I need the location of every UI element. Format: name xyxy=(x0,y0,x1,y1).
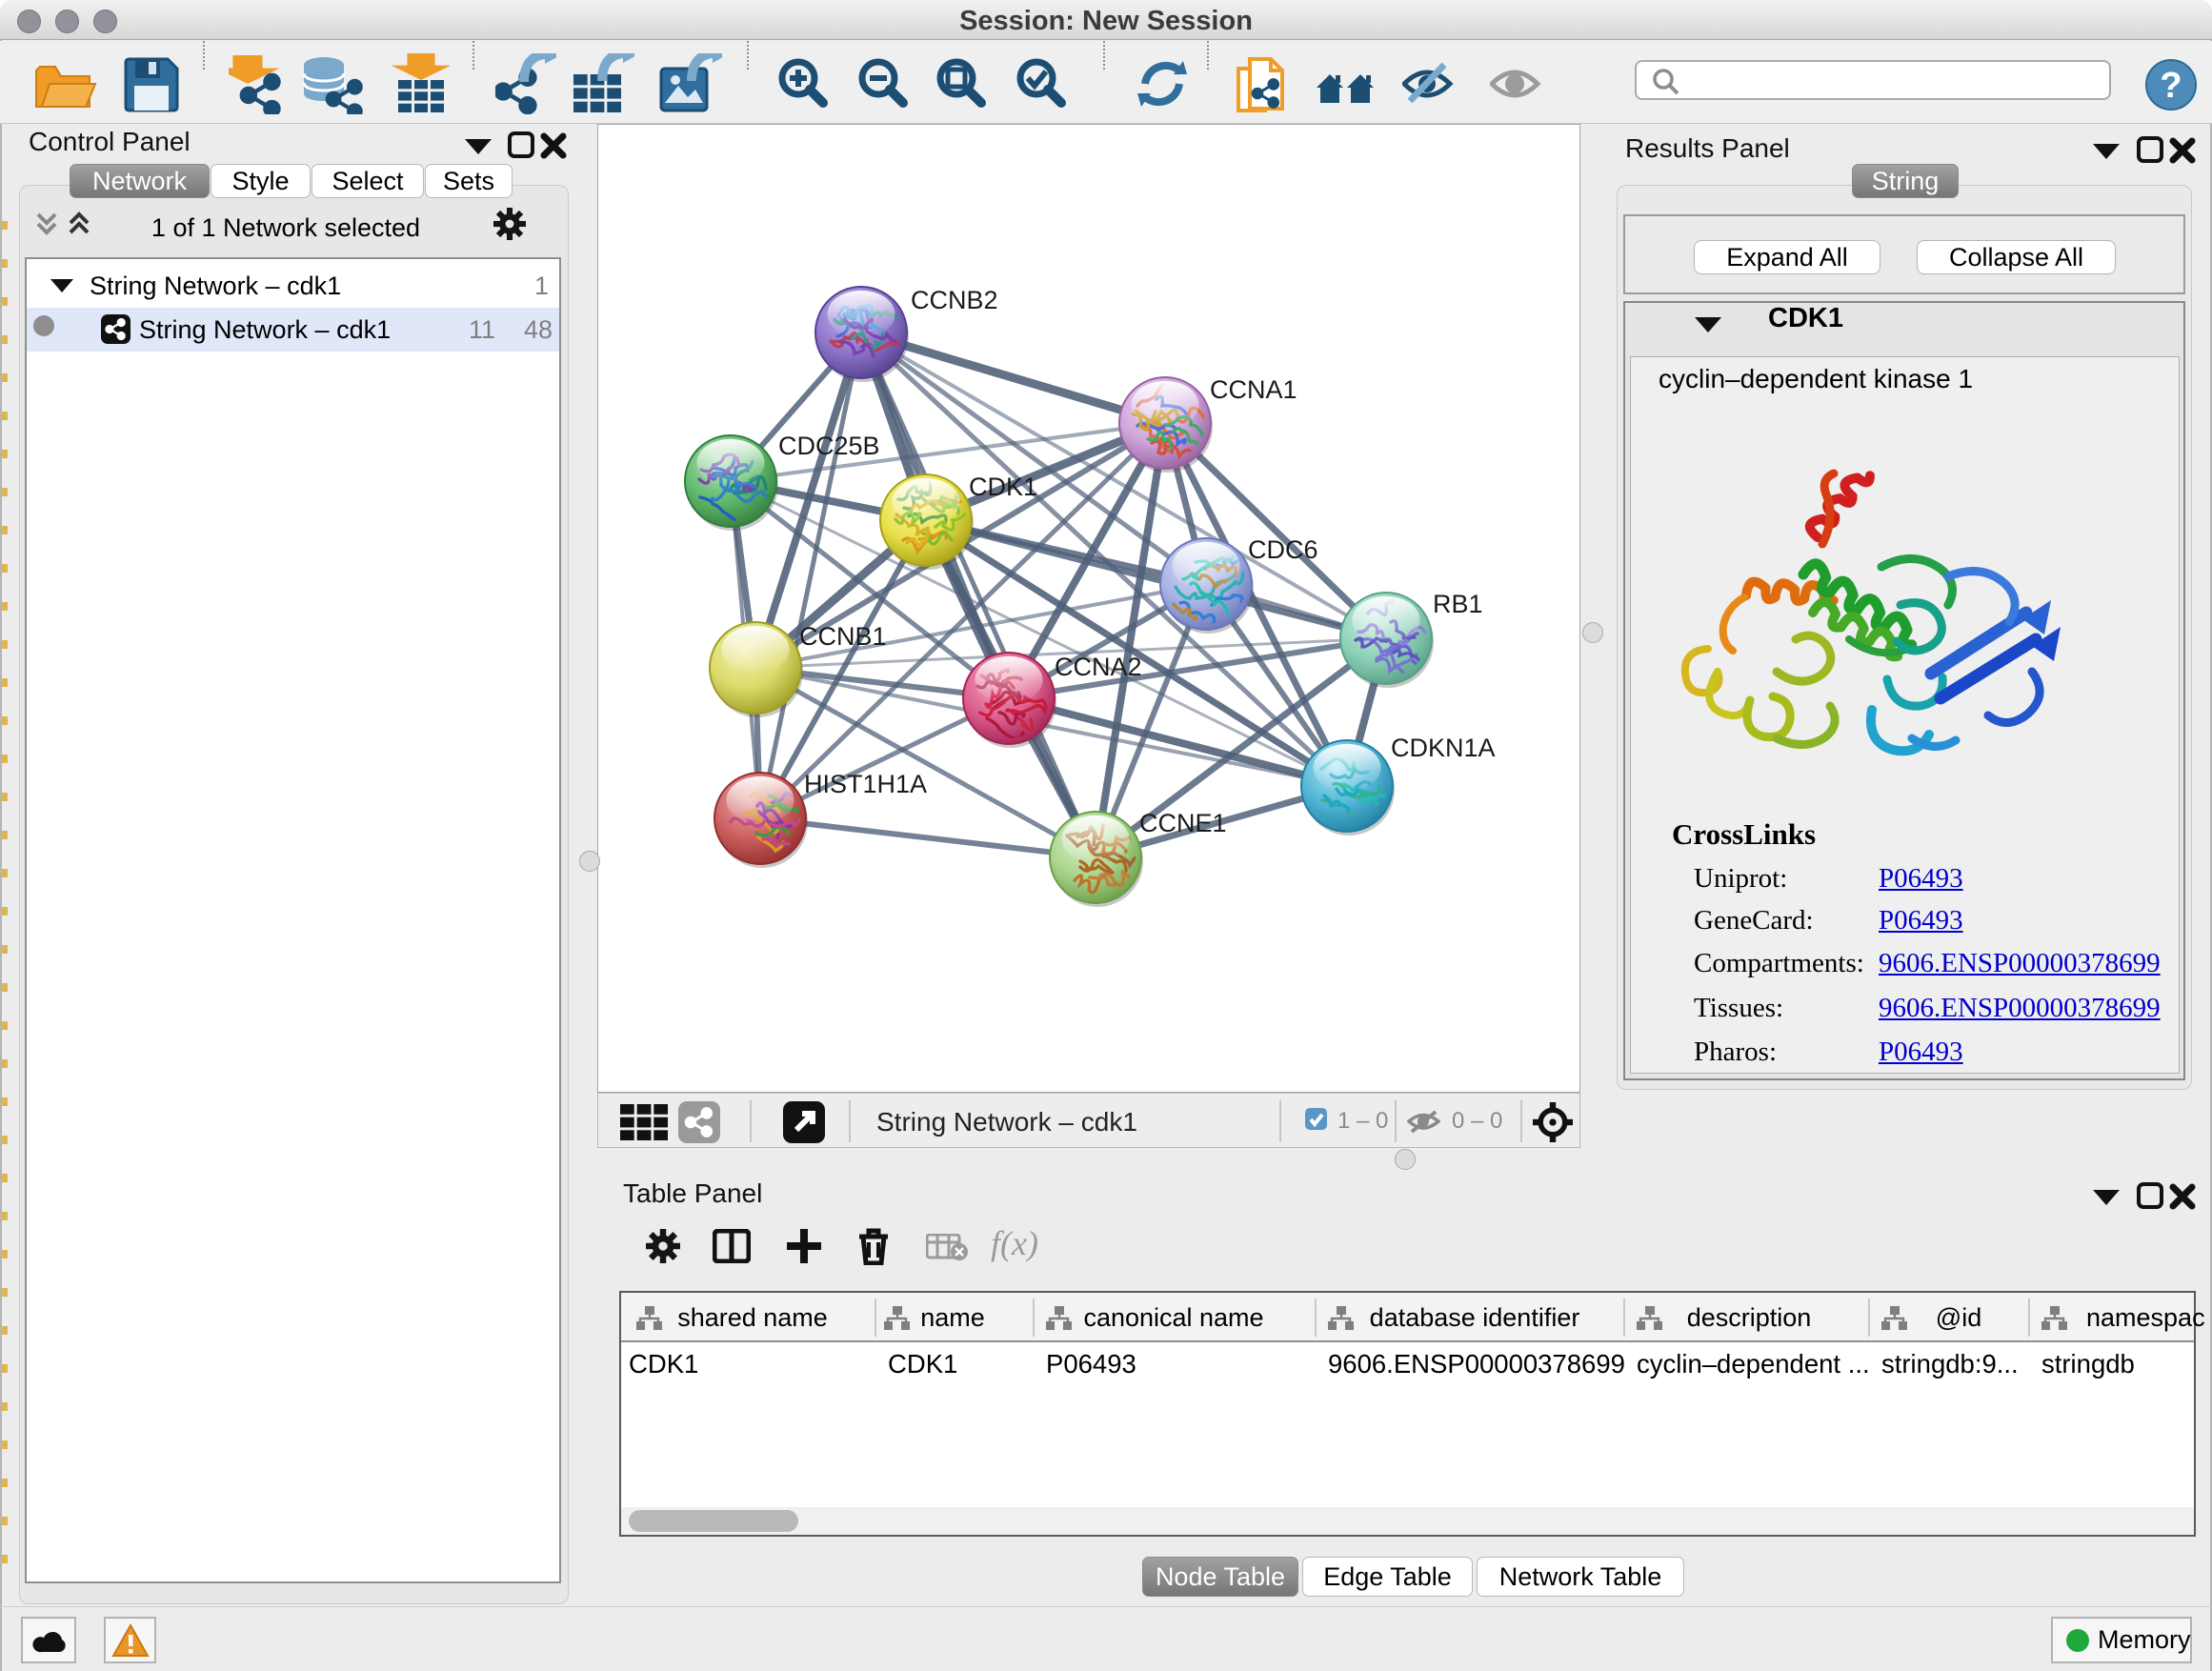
svg-text:HIST1H1A: HIST1H1A xyxy=(804,770,927,798)
svg-text:RB1: RB1 xyxy=(1433,590,1483,618)
svg-text:CCNB2: CCNB2 xyxy=(911,286,998,314)
svg-text:?: ? xyxy=(2160,66,2182,106)
svg-text:CDKN1A: CDKN1A xyxy=(1391,734,1496,762)
svg-text:CDC6: CDC6 xyxy=(1248,535,1318,564)
svg-text:CDK1: CDK1 xyxy=(969,473,1037,501)
svg-text:CCNA2: CCNA2 xyxy=(1055,653,1142,681)
svg-text:CCNA1: CCNA1 xyxy=(1210,375,1297,404)
svg-text:CCNE1: CCNE1 xyxy=(1139,809,1227,837)
svg-text:CCNB1: CCNB1 xyxy=(799,622,887,651)
svg-text:CDC25B: CDC25B xyxy=(778,432,880,460)
